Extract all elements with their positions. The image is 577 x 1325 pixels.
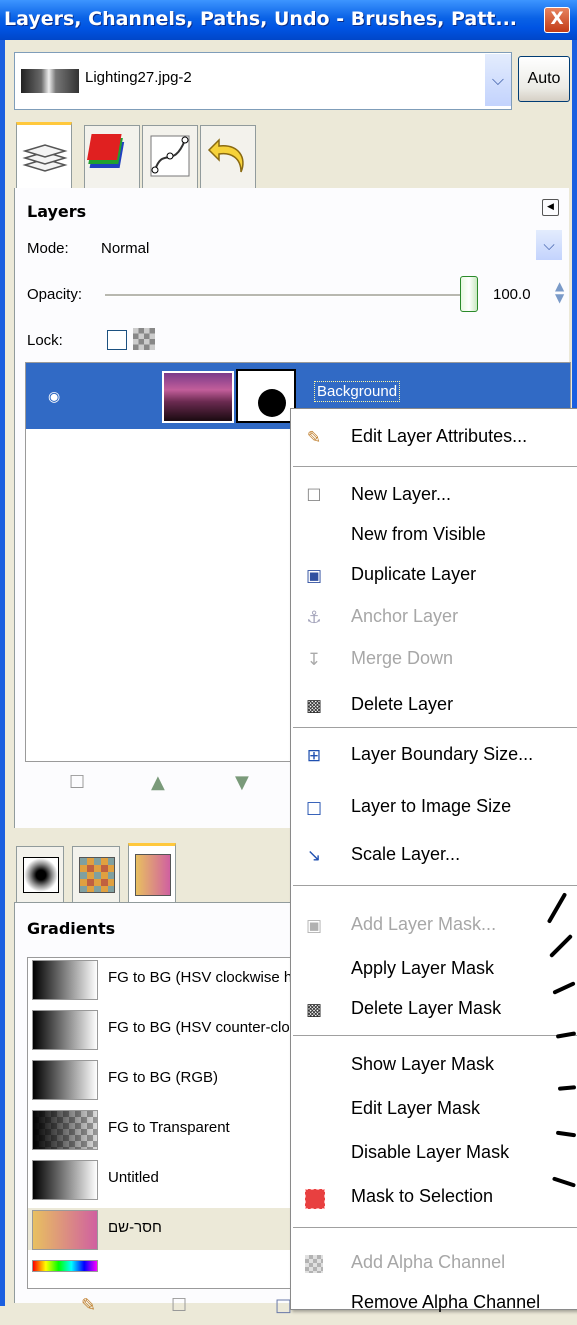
gradient-name: FG to Transparent [108, 1119, 230, 1136]
new-page-icon[interactable]: ☐ [69, 772, 85, 793]
menu-item-new-layer[interactable]: ☐ New Layer... [291, 475, 577, 517]
lock-label: Lock: [27, 332, 63, 349]
gradient-swatch [32, 1260, 98, 1272]
tab-undo[interactable] [200, 125, 256, 188]
trash-icon: ▩ [305, 696, 323, 716]
opacity-value[interactable]: 100.0 [493, 286, 531, 303]
layers-title: Layers [27, 202, 87, 221]
layer-thumbnail[interactable] [162, 371, 234, 423]
menu-item-show-layer-mask[interactable]: Show Layer Mask [291, 1045, 577, 1087]
menu-separator [293, 727, 577, 728]
menu-item-disable-layer-mask[interactable]: Disable Layer Mask [291, 1133, 577, 1175]
chevron-down-icon[interactable]: ⌵ [536, 230, 562, 260]
scale-icon: ↘ [306, 846, 322, 866]
auto-button[interactable]: Auto [518, 56, 570, 102]
channels-icon [87, 134, 125, 168]
gradient-swatch [32, 1160, 98, 1200]
add-mask-icon: ▣ [305, 916, 323, 936]
layers-button-bar: ☐ ▲ ▼ [25, 762, 295, 804]
image-thumbnail [21, 69, 79, 93]
panel-menu-button[interactable]: ◀ [542, 199, 559, 216]
menu-item-merge-down[interactable]: ↧ Merge Down [291, 639, 577, 681]
layer-name[interactable]: Background [314, 381, 401, 402]
raise-icon[interactable]: ▲ [151, 772, 165, 793]
tab-channels[interactable] [84, 125, 140, 188]
fit-image-icon: □ [305, 798, 323, 818]
tab-gradients[interactable] [128, 843, 176, 905]
menu-item-delete-layer[interactable]: ▩ Delete Layer [291, 685, 577, 727]
pattern-icon [79, 857, 115, 893]
window-title-bar[interactable]: Layers, Channels, Paths, Undo - Brushes,… [0, 0, 577, 40]
undo-icon [207, 138, 244, 173]
mask-circle [258, 389, 286, 417]
eye-icon[interactable]: ◉ [48, 389, 60, 405]
anchor-icon: ⚓ [306, 608, 322, 628]
trash-icon: ▩ [305, 1000, 323, 1020]
menu-item-delete-layer-mask[interactable]: ▩ Delete Layer Mask [291, 989, 577, 1031]
menu-item-layer-to-image-size[interactable]: □ Layer to Image Size [291, 787, 577, 829]
image-selector-combo[interactable]: Lighting27.jpg-2 ⌵ [14, 52, 512, 110]
gradient-name: Untitled [108, 1169, 159, 1186]
image-selector-value: Lighting27.jpg-2 [85, 69, 192, 86]
chevron-down-icon[interactable]: ⌵ [485, 54, 511, 106]
menu-item-duplicate-layer[interactable]: ▣ Duplicate Layer [291, 555, 577, 597]
brush-icon [23, 857, 59, 893]
selection-icon [303, 1187, 325, 1209]
gradient-icon [135, 854, 171, 896]
lock-alpha-icon[interactable] [133, 328, 155, 350]
lock-pixels-checkbox[interactable] [107, 330, 127, 350]
menu-item-edit-layer-attributes[interactable]: ✎ Edit Layer Attributes... [291, 417, 577, 459]
menu-item-new-from-visible[interactable]: New from Visible [291, 515, 577, 557]
menu-separator [293, 885, 577, 886]
gradient-swatch [32, 1110, 98, 1150]
menu-separator [293, 466, 577, 467]
gradients-title: Gradients [27, 919, 116, 938]
new-page-icon: ☐ [306, 486, 322, 506]
tab-patterns[interactable] [72, 846, 120, 903]
layer-context-menu[interactable]: ✎ Edit Layer Attributes... ☐ New Layer..… [290, 408, 577, 1312]
menu-item-remove-alpha-channel[interactable]: Remove Alpha Channel [291, 1283, 577, 1325]
tab-paths[interactable] [142, 125, 198, 188]
layer-mask-thumbnail[interactable] [236, 369, 296, 423]
gradient-name: חסר-שם [108, 1219, 162, 1236]
merge-icon: ↧ [306, 650, 322, 670]
layers-icon [22, 144, 68, 172]
window-frame-left [0, 40, 5, 1306]
menu-separator [293, 1035, 577, 1036]
opacity-slider-track[interactable] [105, 294, 465, 297]
gradients-button-bar: ✎ ☐ □ [25, 1291, 295, 1321]
opacity-slider-handle[interactable] [460, 276, 478, 312]
menu-item-scale-layer[interactable]: ↘ Scale Layer... [291, 835, 577, 877]
lower-icon[interactable]: ▼ [235, 772, 249, 793]
tab-layers[interactable] [16, 122, 72, 191]
menu-item-mask-to-selection[interactable]: Mask to Selection [291, 1177, 577, 1219]
alpha-icon [303, 1253, 325, 1275]
gradient-swatch [32, 1010, 98, 1050]
opacity-label: Opacity: [27, 286, 83, 303]
boundary-icon: ⊞ [306, 746, 322, 766]
menu-item-layer-boundary-size[interactable]: ⊞ Layer Boundary Size... [291, 735, 577, 777]
gradient-name: FG to BG (RGB) [108, 1069, 219, 1086]
close-button[interactable]: X [544, 7, 570, 33]
menu-separator [293, 1227, 577, 1228]
gradient-name: FG to BG (HSV clockwise hue) [108, 969, 314, 986]
gradient-swatch [32, 960, 98, 1000]
edit-icon: ✎ [306, 428, 322, 448]
duplicate-icon: ▣ [305, 566, 323, 586]
mode-select[interactable]: Normal [101, 240, 149, 257]
gradient-swatch [32, 1210, 98, 1250]
menu-item-add-alpha-channel[interactable]: Add Alpha Channel [291, 1243, 577, 1285]
mode-label: Mode: [27, 240, 69, 257]
gradient-swatch [32, 1060, 98, 1100]
menu-item-anchor-layer[interactable]: ⚓ Anchor Layer [291, 597, 577, 639]
menu-item-edit-layer-mask[interactable]: Edit Layer Mask [291, 1089, 577, 1131]
spin-arrows-icon[interactable]: ▲ ▼ [555, 280, 564, 304]
menu-item-add-layer-mask[interactable]: ▣ Add Layer Mask... [291, 905, 577, 947]
tab-brushes[interactable] [16, 846, 64, 903]
window-title: Layers, Channels, Paths, Undo - Brushes,… [4, 8, 518, 30]
paths-icon [150, 135, 190, 177]
menu-item-apply-layer-mask[interactable]: Apply Layer Mask [291, 949, 577, 991]
